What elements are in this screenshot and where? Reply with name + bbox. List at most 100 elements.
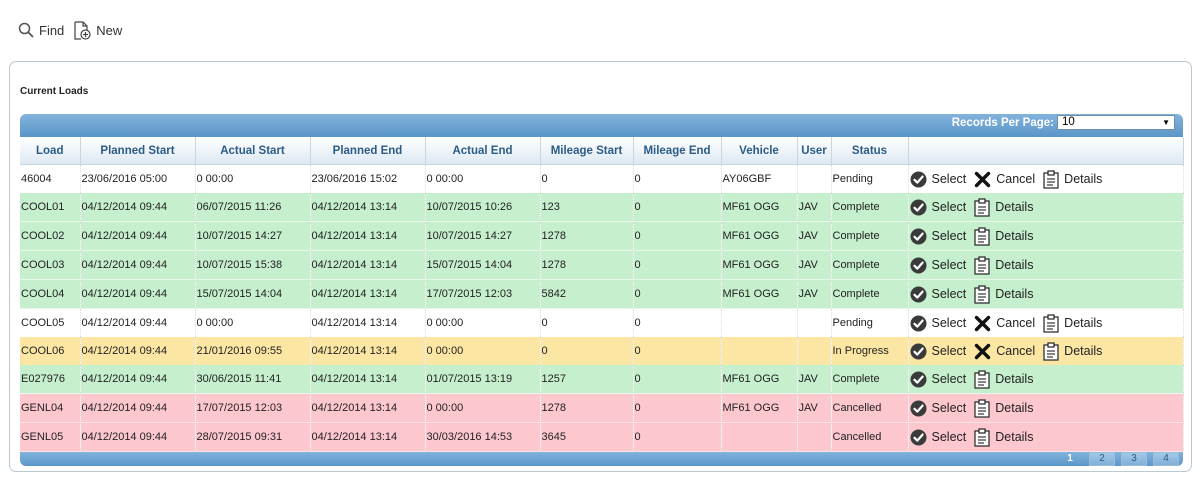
cell-status: Complete xyxy=(831,365,909,394)
select-button[interactable]: Select xyxy=(910,199,967,216)
cell-actual-start: 0 00:00 xyxy=(195,164,311,193)
cell-user xyxy=(797,164,832,193)
select-label: Select xyxy=(931,287,967,301)
select-button[interactable]: Select xyxy=(910,286,967,303)
select-button[interactable]: Select xyxy=(910,371,966,388)
details-button[interactable]: Details xyxy=(974,226,1033,246)
clipboard-icon xyxy=(974,255,990,275)
cell-planned-start: 04/12/2014 09:44 xyxy=(80,221,196,251)
panel-title: Current Loads xyxy=(20,86,89,97)
cell-status: Cancelled xyxy=(831,422,909,452)
select-button[interactable]: Select xyxy=(910,343,967,360)
select-button[interactable]: Select xyxy=(910,171,967,188)
cell-user: JAV xyxy=(797,250,832,280)
select-label: Select xyxy=(931,344,967,358)
details-label: Details xyxy=(995,430,1034,444)
cell-vehicle xyxy=(721,337,798,365)
cell-mileage-end: 0 xyxy=(633,221,722,251)
cancel-button[interactable]: Cancel xyxy=(974,171,1035,188)
cell-planned-start: 04/12/2014 09:44 xyxy=(80,422,196,452)
cell-planned-start: 04/12/2014 09:44 xyxy=(80,337,196,365)
checkmark-circle-icon xyxy=(910,171,926,187)
cell-actual-end: 0 00:00 xyxy=(425,393,541,423)
cell-user: JAV xyxy=(797,393,832,423)
cell-load: COOL01 xyxy=(20,193,81,222)
cell-status: Pending xyxy=(831,164,909,193)
cancel-label: Cancel xyxy=(996,316,1036,330)
details-button[interactable]: Details xyxy=(1043,341,1103,361)
select-label: Select xyxy=(931,258,967,272)
select-label: Select xyxy=(931,172,967,186)
cell-mileage-end: 0 xyxy=(633,193,722,222)
select-button[interactable]: Select xyxy=(910,315,966,332)
cell-mileage-end: 0 xyxy=(633,422,722,452)
select-label: Select xyxy=(931,430,967,444)
details-button[interactable]: Details xyxy=(974,369,1033,389)
details-label: Details xyxy=(1064,344,1103,358)
select-label: Select xyxy=(931,200,967,214)
cell-vehicle: MF61 OGG xyxy=(721,250,798,280)
select-button[interactable]: Select xyxy=(910,429,967,446)
cell-planned-end: 04/12/2014 13:14 xyxy=(310,279,426,309)
cell-mileage-end: 0 xyxy=(633,279,722,309)
cell-mileage-start: 0 xyxy=(540,337,634,365)
cell-planned-start: 23/06/2016 05:00 xyxy=(80,164,196,193)
loads-table: Load Planned Start Actual Start Planned End… xyxy=(20,137,1184,452)
cell-actual-start: 06/07/2015 11:26 xyxy=(195,193,311,222)
cell-user xyxy=(797,422,832,452)
cell-planned-end: 04/12/2014 13:14 xyxy=(310,193,426,222)
details-button[interactable]: Details xyxy=(1043,169,1103,189)
cell-actions: Select Cancel Details xyxy=(908,337,1184,365)
details-button[interactable]: Details xyxy=(974,197,1033,217)
cell-mileage-start: 3645 xyxy=(540,422,634,452)
cancel-button[interactable]: Cancel xyxy=(974,343,1035,360)
details-label: Details xyxy=(1064,172,1103,186)
cell-actual-start: 10/07/2015 15:38 xyxy=(195,250,311,280)
cell-user: JAV xyxy=(797,365,832,394)
column-header: Status xyxy=(831,137,909,165)
column-header: Planned Start xyxy=(80,137,196,165)
new-button[interactable]: New xyxy=(74,20,122,40)
details-button[interactable]: Details xyxy=(974,427,1034,447)
cell-mileage-end: 0 xyxy=(633,393,722,423)
select-button[interactable]: Select xyxy=(910,228,966,245)
cell-user xyxy=(797,308,832,337)
cell-actual-end: 17/07/2015 12:03 xyxy=(425,279,541,309)
checkmark-circle-icon xyxy=(910,315,926,331)
cell-status: Cancelled xyxy=(831,393,909,423)
page-link[interactable]: 2 xyxy=(1089,452,1115,466)
cell-planned-end: 04/12/2014 13:14 xyxy=(310,365,426,394)
clipboard-icon xyxy=(1043,341,1059,361)
details-button[interactable]: Details xyxy=(974,398,1033,418)
clipboard-icon xyxy=(974,226,990,246)
cell-actual-end: 0 00:00 xyxy=(425,164,541,193)
checkmark-circle-icon xyxy=(910,371,926,387)
cell-planned-end: 04/12/2014 13:14 xyxy=(310,250,426,280)
details-button[interactable]: Details xyxy=(974,255,1033,275)
table-body: 46004 23/06/2016 05:00 0 00:00 23/06/2016 1… xyxy=(20,164,1184,452)
cell-planned-end: 04/12/2014 13:14 xyxy=(310,308,426,337)
cell-status: Complete xyxy=(831,279,909,309)
cell-load: E027976 xyxy=(20,365,81,394)
cell-planned-start: 04/12/2014 09:44 xyxy=(80,365,196,394)
records-per-page-select[interactable]: 10 ▼ xyxy=(1057,115,1175,130)
select-button[interactable]: Select xyxy=(910,400,966,417)
cell-planned-start: 04/12/2014 09:44 xyxy=(80,193,196,222)
select-button[interactable]: Select xyxy=(910,257,967,274)
page-link[interactable]: 4 xyxy=(1153,452,1179,466)
cell-planned-start: 04/12/2014 09:44 xyxy=(80,308,196,337)
cancel-button[interactable]: Cancel xyxy=(974,315,1035,332)
cell-planned-start: 04/12/2014 09:44 xyxy=(80,279,196,309)
find-button[interactable]: Find xyxy=(18,22,64,38)
clipboard-icon xyxy=(974,369,990,389)
table-row: COOL02 04/12/2014 09:44 10/07/2015 14:27 04… xyxy=(20,221,1184,251)
details-button[interactable]: Details xyxy=(1043,313,1102,333)
checkmark-circle-icon xyxy=(910,343,926,359)
cell-actions: Select Details xyxy=(908,365,1184,394)
cell-actions: Select Cancel Details xyxy=(908,164,1184,193)
page-link[interactable]: 3 xyxy=(1121,452,1147,466)
cell-actual-start: 17/07/2015 12:03 xyxy=(195,393,311,423)
details-button[interactable]: Details xyxy=(974,284,1033,304)
cell-mileage-end: 0 xyxy=(633,308,722,337)
page-link[interactable]: 1 xyxy=(1057,452,1083,466)
